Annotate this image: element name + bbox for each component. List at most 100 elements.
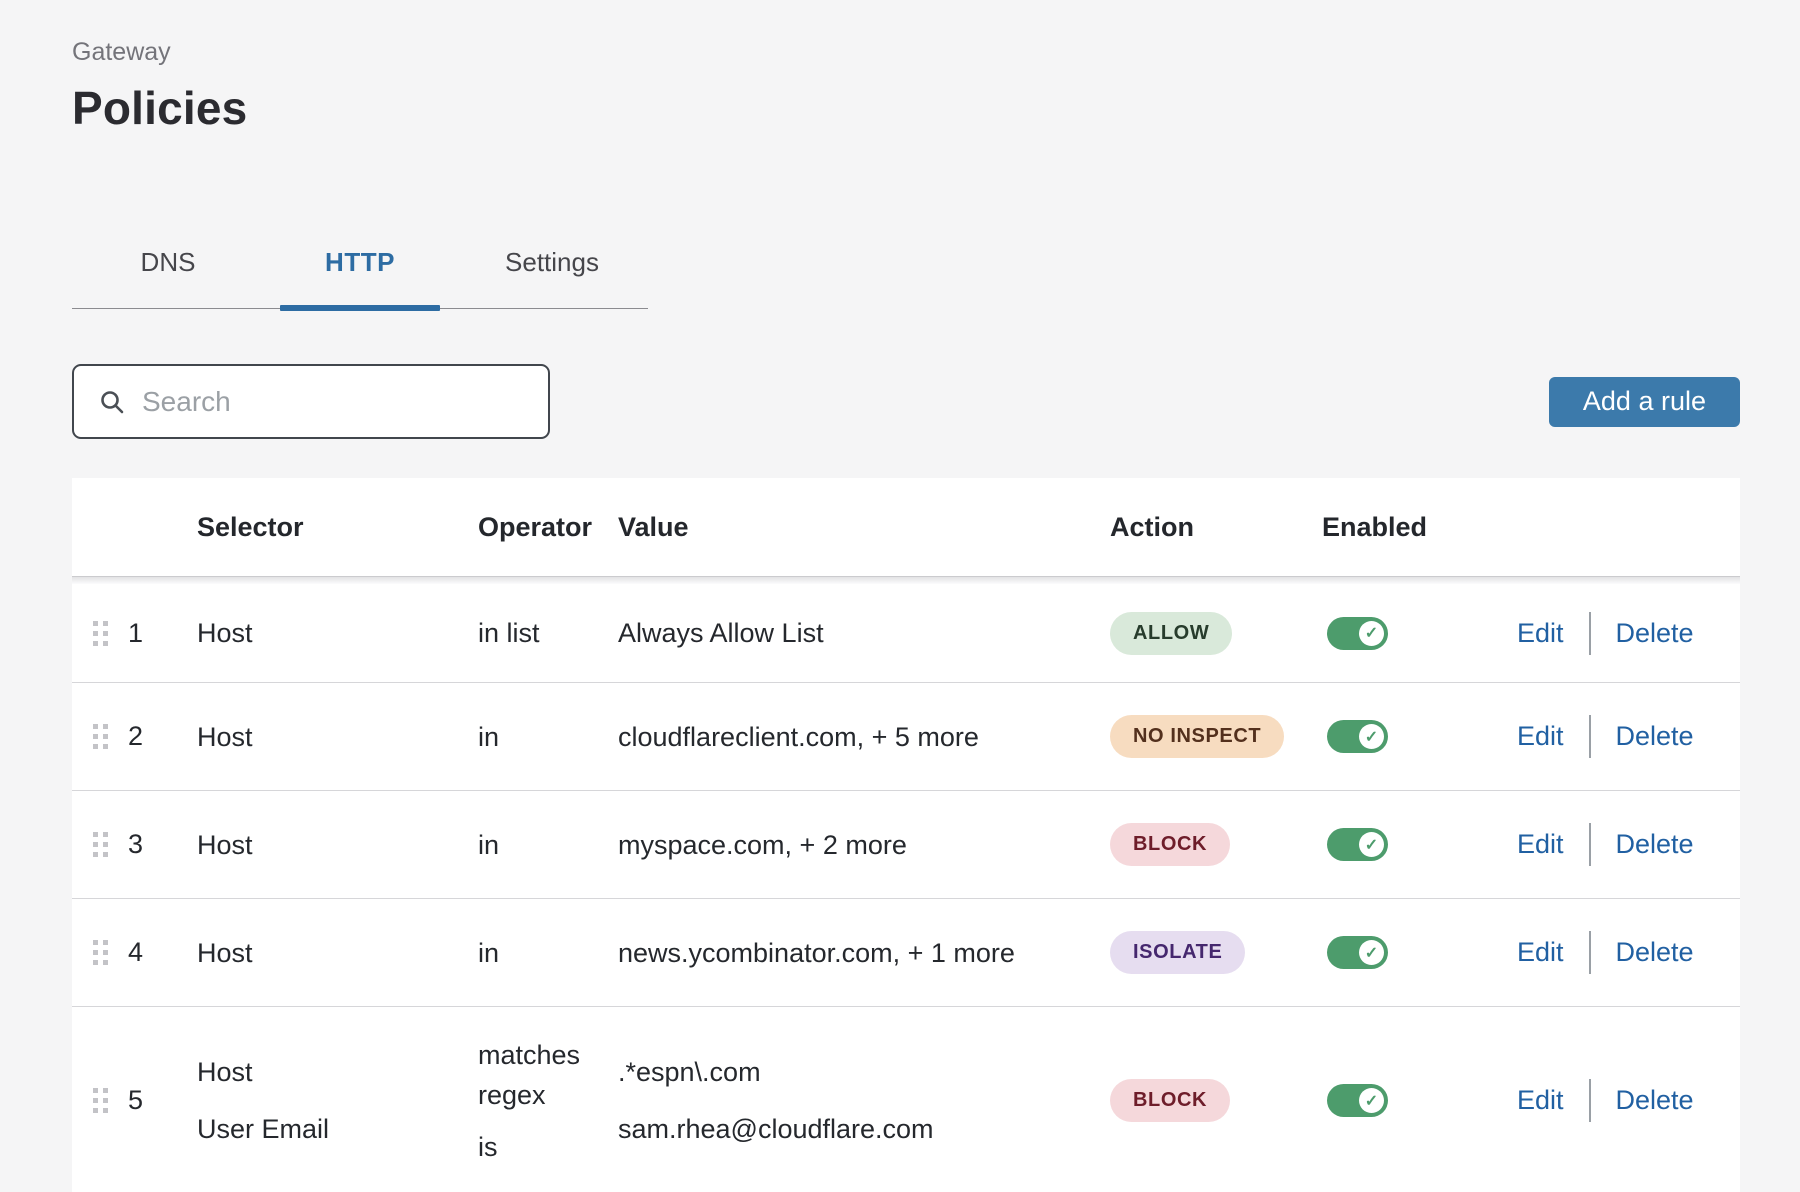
operator-value: matches regex: [478, 1035, 590, 1115]
cell-value: news.ycombinator.com, + 1 more: [618, 937, 1110, 969]
enabled-toggle[interactable]: ✓: [1327, 936, 1388, 969]
enabled-toggle[interactable]: ✓: [1327, 828, 1388, 861]
operator-value: in: [478, 717, 590, 757]
cell-operator: in: [478, 825, 618, 865]
action-separator: [1589, 612, 1591, 655]
table-row: 2 Host in cloudflareclient.com, + 5 more…: [72, 682, 1740, 790]
edit-link[interactable]: Edit: [1517, 721, 1564, 752]
delete-link[interactable]: Delete: [1616, 937, 1694, 968]
delete-link[interactable]: Delete: [1616, 721, 1694, 752]
cell-row-actions: Edit Delete: [1517, 715, 1719, 758]
action-badge: BLOCK: [1110, 823, 1230, 866]
cell-selector: Host: [197, 829, 478, 861]
selector-value: Host: [197, 829, 478, 861]
row-number: 2: [128, 721, 197, 752]
cell-enabled: ✓: [1322, 936, 1517, 969]
action-badge: BLOCK: [1110, 1079, 1230, 1122]
value-text: news.ycombinator.com, + 1 more: [618, 937, 1110, 969]
selector-value: Host: [197, 937, 478, 969]
page-title: Policies: [72, 80, 1740, 136]
drag-handle-icon[interactable]: [93, 621, 108, 646]
toggle-check-icon: ✓: [1359, 832, 1384, 857]
cell-value: Always Allow List: [618, 617, 1110, 649]
enabled-toggle[interactable]: ✓: [1327, 1084, 1388, 1117]
drag-handle-icon[interactable]: [93, 832, 108, 857]
breadcrumb: Gateway: [72, 38, 1740, 66]
search-box[interactable]: [72, 364, 550, 439]
cell-operator: in: [478, 933, 618, 973]
column-header-value: Value: [618, 512, 1110, 543]
cell-action: BLOCK: [1110, 1079, 1322, 1122]
delete-link[interactable]: Delete: [1616, 618, 1694, 649]
cell-operator: in list: [478, 613, 618, 653]
cell-enabled: ✓: [1322, 1084, 1517, 1117]
edit-link[interactable]: Edit: [1517, 937, 1564, 968]
cell-operator: in: [478, 717, 618, 757]
gateway-policies-page: Gateway Policies DNS HTTP Settings Add a…: [0, 0, 1800, 1192]
cell-action: BLOCK: [1110, 823, 1322, 866]
drag-handle-icon[interactable]: [93, 724, 108, 749]
action-separator: [1589, 715, 1591, 758]
selector-value: Host: [197, 1056, 478, 1088]
table-row: 5 HostUser Email matches regexis .*espn\…: [72, 1006, 1740, 1192]
add-rule-button[interactable]: Add a rule: [1549, 377, 1740, 427]
drag-handle-icon[interactable]: [93, 1088, 108, 1113]
action-separator: [1589, 1079, 1591, 1122]
action-badge: ALLOW: [1110, 612, 1232, 655]
cell-enabled: ✓: [1322, 720, 1517, 753]
enabled-toggle[interactable]: ✓: [1327, 720, 1388, 753]
cell-selector: Host: [197, 617, 478, 649]
delete-link[interactable]: Delete: [1616, 829, 1694, 860]
cell-action: NO INSPECT: [1110, 715, 1322, 758]
toolbar: Add a rule: [72, 364, 1740, 439]
cell-enabled: ✓: [1322, 617, 1517, 650]
cell-row-actions: Edit Delete: [1517, 1079, 1719, 1122]
row-number: 1: [128, 618, 197, 649]
cell-value: myspace.com, + 2 more: [618, 829, 1110, 861]
edit-link[interactable]: Edit: [1517, 829, 1564, 860]
cell-operator: matches regexis: [478, 1035, 618, 1167]
search-input[interactable]: [142, 386, 528, 418]
value-text: Always Allow List: [618, 617, 1110, 649]
edit-link[interactable]: Edit: [1517, 1085, 1564, 1116]
tab-bar: DNS HTTP Settings: [72, 244, 648, 309]
cell-action: ALLOW: [1110, 612, 1322, 655]
column-header-enabled: Enabled: [1322, 512, 1517, 543]
table-header: Selector Operator Value Action Enabled: [72, 478, 1740, 577]
selector-value: Host: [197, 617, 478, 649]
row-number: 3: [128, 829, 197, 860]
value-text: sam.rhea@cloudflare.com: [618, 1113, 1110, 1145]
cell-selector: HostUser Email: [197, 1056, 478, 1145]
edit-link[interactable]: Edit: [1517, 618, 1564, 649]
enabled-toggle[interactable]: ✓: [1327, 617, 1388, 650]
cell-enabled: ✓: [1322, 828, 1517, 861]
cell-row-actions: Edit Delete: [1517, 612, 1719, 655]
column-header-action: Action: [1110, 512, 1322, 543]
toggle-check-icon: ✓: [1359, 724, 1384, 749]
drag-handle-icon[interactable]: [93, 940, 108, 965]
cell-row-actions: Edit Delete: [1517, 931, 1719, 974]
selector-value: Host: [197, 721, 478, 753]
action-separator: [1589, 823, 1591, 866]
tab-settings[interactable]: Settings: [456, 244, 648, 308]
cell-action: ISOLATE: [1110, 931, 1322, 974]
policies-table: Selector Operator Value Action Enabled 1…: [72, 478, 1740, 1192]
cell-selector: Host: [197, 937, 478, 969]
action-badge: ISOLATE: [1110, 931, 1245, 974]
table-row: 3 Host in myspace.com, + 2 more BLOCK ✓ …: [72, 790, 1740, 898]
cell-row-actions: Edit Delete: [1517, 823, 1719, 866]
action-separator: [1589, 931, 1591, 974]
table-row: 4 Host in news.ycombinator.com, + 1 more…: [72, 898, 1740, 1006]
toggle-check-icon: ✓: [1359, 940, 1384, 965]
row-number: 5: [128, 1085, 197, 1116]
operator-value: in list: [478, 613, 590, 653]
tab-dns[interactable]: DNS: [72, 244, 264, 308]
tab-http[interactable]: HTTP: [264, 244, 456, 308]
search-icon: [99, 389, 125, 415]
cell-selector: Host: [197, 721, 478, 753]
table-body: 1 Host in list Always Allow List ALLOW ✓…: [72, 584, 1740, 1192]
value-text: .*espn\.com: [618, 1056, 1110, 1088]
operator-value: in: [478, 825, 590, 865]
delete-link[interactable]: Delete: [1616, 1085, 1694, 1116]
table-row: 1 Host in list Always Allow List ALLOW ✓…: [72, 584, 1740, 682]
